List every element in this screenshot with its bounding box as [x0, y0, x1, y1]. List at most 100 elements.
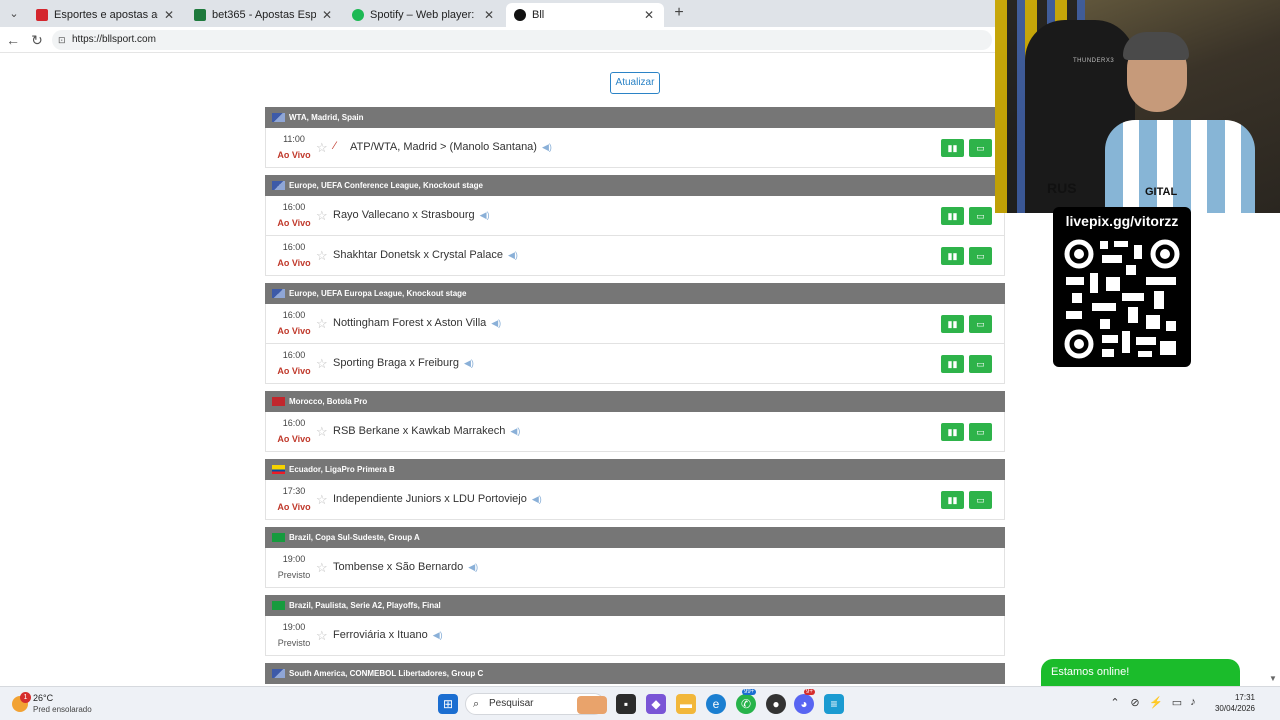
match-name[interactable]: Sporting Braga x Freiburg ◀): [333, 357, 474, 369]
favorite-star-icon[interactable]: ☆: [316, 628, 328, 644]
audio-speaker-icon[interactable]: ◀): [508, 250, 518, 260]
match-row[interactable]: 16:00 Ao Vivo ☆ RSB Berkane x Kawkab Marrak…: [265, 412, 1005, 452]
match-name[interactable]: Ferroviária x Ituano ◀): [333, 629, 443, 641]
morocco-flag-icon: [272, 397, 285, 406]
live-stream-button[interactable]: ▭: [969, 423, 992, 441]
match-time: 17:30: [282, 486, 306, 496]
stats-button[interactable]: ▮▮: [941, 247, 964, 265]
reload-icon[interactable]: ↻: [28, 31, 46, 49]
favorite-star-icon[interactable]: ☆: [316, 356, 328, 372]
live-stream-button[interactable]: ▭: [969, 247, 992, 265]
favorite-star-icon[interactable]: ☆: [316, 208, 328, 224]
volume-icon[interactable]: ♪: [1185, 696, 1201, 708]
tab-list-icon[interactable]: ⌄: [4, 4, 24, 24]
match-title: Ferroviária x Ituano: [333, 629, 428, 641]
match-name[interactable]: Tombense x São Bernardo ◀): [333, 561, 478, 573]
audio-speaker-icon[interactable]: ◀): [468, 562, 478, 572]
streamer-cap: [1123, 32, 1189, 60]
match-name[interactable]: Shakhtar Donetsk x Crystal Palace ◀): [333, 249, 518, 261]
steam-icon[interactable]: ●: [766, 694, 786, 714]
match-name[interactable]: RSB Berkane x Kawkab Marrakech ◀): [333, 425, 520, 437]
favorite-star-icon[interactable]: ☆: [316, 140, 328, 156]
discord-icon[interactable]: ◕: [794, 694, 814, 714]
favorite-star-icon[interactable]: ☆: [316, 424, 328, 440]
match-time: 16:00: [282, 418, 306, 428]
favorite-star-icon[interactable]: ☆: [316, 492, 328, 508]
live-stream-button[interactable]: ▭: [969, 491, 992, 509]
audio-speaker-icon[interactable]: ◀): [480, 210, 490, 220]
audio-speaker-icon[interactable]: ◀): [510, 426, 520, 436]
close-icon[interactable]: ✕: [162, 8, 176, 22]
copilot-icon[interactable]: ◆: [646, 694, 666, 714]
match-row[interactable]: 19:00 Previsto ☆ Ferroviária x Ituano ◀): [265, 616, 1005, 656]
match-name[interactable]: Independiente Juniors x LDU Portoviejo ◀): [333, 493, 542, 505]
windows-start-icon[interactable]: ⊞: [438, 694, 458, 714]
match-row[interactable]: 11:00 Ao Vivo ☆ ⁄ ATP/WTA, Madrid > (Manolo …: [265, 128, 1005, 168]
show-hidden-icons-icon[interactable]: ⌃: [1107, 696, 1123, 709]
favorite-star-icon[interactable]: ☆: [316, 248, 328, 264]
stats-button[interactable]: ▮▮: [941, 355, 964, 373]
league-name: WTA, Madrid, Spain: [289, 113, 364, 122]
stats-button[interactable]: ▮▮: [941, 207, 964, 225]
league-header: WTA, Madrid, Spain: [265, 107, 1005, 128]
back-icon[interactable]: ←: [4, 31, 22, 49]
weather-widget[interactable]: 1 26°C Pred ensolarado: [10, 692, 120, 716]
match-row[interactable]: 17:30 Ao Vivo ☆ Independiente Juniors x LDU…: [265, 480, 1005, 520]
tab-bet365[interactable]: bet365 - Apostas Esportivas Online ✕: [186, 3, 342, 27]
match-title: Independiente Juniors x LDU Portoviejo: [333, 493, 527, 505]
audio-speaker-icon[interactable]: ◀): [542, 142, 552, 152]
tab-spotify[interactable]: Spotify – Web player: música para ✕: [344, 3, 504, 27]
url-field[interactable]: ⊡ https://bllsport.com: [52, 30, 992, 50]
stats-button[interactable]: ▮▮: [941, 139, 964, 157]
stats-button[interactable]: ▮▮: [941, 491, 964, 509]
close-icon[interactable]: ✕: [320, 8, 334, 22]
stats-button[interactable]: ▮▮: [941, 423, 964, 441]
qr-label: livepix.gg/vitorzz: [1065, 213, 1179, 229]
match-name[interactable]: Nottingham Forest x Aston Villa ◀): [333, 317, 501, 329]
close-icon[interactable]: ✕: [482, 8, 496, 22]
search-highlight-icon: [577, 696, 607, 714]
audio-speaker-icon[interactable]: ◀): [464, 358, 474, 368]
close-icon[interactable]: ✕: [642, 8, 656, 22]
file-explorer-icon[interactable]: ▬: [676, 694, 696, 714]
scroll-down-icon[interactable]: ▼: [1269, 674, 1277, 683]
notifications-off-icon[interactable]: ⊘: [1127, 696, 1143, 709]
match-row[interactable]: 16:00 Ao Vivo ☆ Nottingham Forest x Aston V…: [265, 304, 1005, 344]
display-icon[interactable]: ▭: [1169, 696, 1185, 709]
app-icon[interactable]: ≡: [824, 694, 844, 714]
search-icon: ⌕: [473, 698, 480, 710]
league-header: South America, CONMEBOL Libertadores, Gr…: [265, 663, 1005, 684]
match-status: Ao Vivo: [277, 434, 311, 444]
match-name[interactable]: Rayo Vallecano x Strasbourg ◀): [333, 209, 490, 221]
system-clock[interactable]: 17:31 30/04/2026: [1205, 692, 1255, 714]
task-view-icon[interactable]: ▪: [616, 694, 636, 714]
live-stream-button[interactable]: ▭: [969, 355, 992, 373]
live-stream-button[interactable]: ▭: [969, 207, 992, 225]
league-header: Morocco, Botola Pro: [265, 391, 1005, 412]
refresh-button[interactable]: Atualizar: [610, 72, 660, 94]
match-row[interactable]: 19:00 Previsto ☆ Tombense x São Bernardo ◀): [265, 548, 1005, 588]
match-row[interactable]: 16:00 Ao Vivo ☆ Rayo Vallecano x Strasbourg…: [265, 196, 1005, 236]
tab-bll[interactable]: Bll ✕: [506, 3, 664, 27]
favorite-star-icon[interactable]: ☆: [316, 316, 328, 332]
match-row[interactable]: 16:00 Ao Vivo ☆ Shakhtar Donetsk x Crystal …: [265, 236, 1005, 276]
bll-favicon-icon: [514, 9, 526, 21]
audio-speaker-icon[interactable]: ◀): [433, 630, 443, 640]
audio-speaker-icon[interactable]: ◀): [532, 494, 542, 504]
site-info-icon[interactable]: ⊡: [58, 30, 66, 50]
shirt-sponsor-text-2: GITAL: [1145, 186, 1178, 198]
whatsapp-icon[interactable]: ✆: [736, 694, 756, 714]
chat-widget[interactable]: Estamos online!: [1041, 659, 1240, 686]
tab-esportes[interactable]: Esportes e apostas ao vivo ✕: [28, 3, 184, 27]
favorite-star-icon[interactable]: ☆: [316, 560, 328, 576]
stats-button[interactable]: ▮▮: [941, 315, 964, 333]
edge-browser-icon[interactable]: e: [706, 694, 726, 714]
live-stream-button[interactable]: ▭: [969, 315, 992, 333]
match-name[interactable]: ATP/WTA, Madrid > (Manolo Santana) ◀): [350, 141, 552, 153]
new-tab-icon[interactable]: +: [670, 4, 688, 22]
audio-speaker-icon[interactable]: ◀): [491, 318, 501, 328]
network-icon[interactable]: ⚡: [1148, 696, 1164, 709]
streamer-shirt: [1105, 120, 1255, 213]
match-row[interactable]: 16:00 Ao Vivo ☆ Sporting Braga x Freiburg ◀)…: [265, 344, 1005, 384]
live-stream-button[interactable]: ▭: [969, 139, 992, 157]
